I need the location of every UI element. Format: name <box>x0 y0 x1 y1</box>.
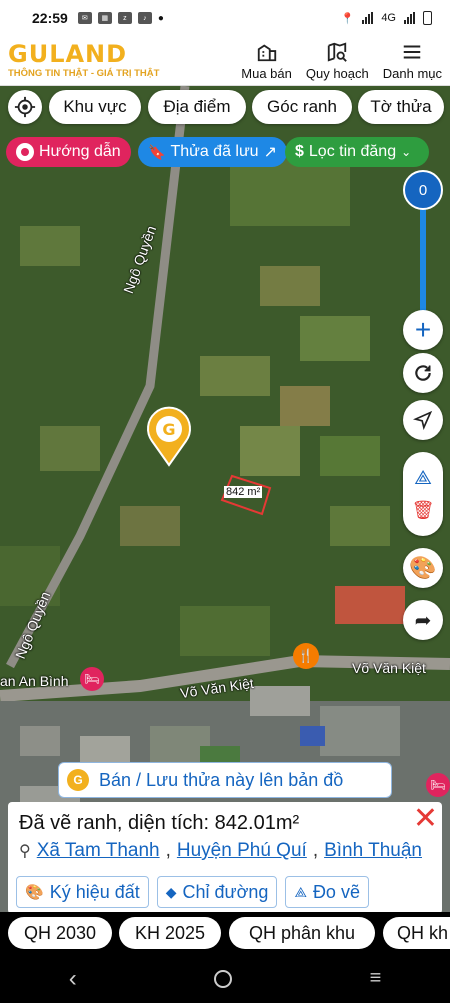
separator: , <box>165 840 171 861</box>
chip-khu-vuc[interactable]: Khu vực <box>49 90 141 124</box>
status-bar: 22:59 ✉ ▦ z ♪ ● 📍 4G <box>0 0 450 36</box>
tiktok-icon: ♪ <box>137 12 152 24</box>
share-button[interactable]: ➦ <box>403 600 443 640</box>
navigation-arrow-icon <box>413 410 433 430</box>
header-nav: Mua bán Quy hoạch Danh mục <box>241 41 442 81</box>
filter-label: Lọc tin đăng <box>308 143 397 160</box>
message-icon: ✉ <box>77 12 92 24</box>
logo-text: GULAND <box>8 40 128 68</box>
location-icon: 📍 <box>340 12 355 25</box>
planning-tabs: QH 2030 KH 2025 QH phân khu QH kh <box>0 912 450 954</box>
guide-label: Hướng dẫn <box>39 143 121 160</box>
parcel-info-card: Đã vẽ ranh, diện tích: 842.01m² ✕ ⚲ Xã T… <box>8 802 442 914</box>
close-icon[interactable]: ✕ <box>413 804 438 834</box>
nav-quy-hoach[interactable]: Quy hoạch <box>306 41 369 81</box>
app-icon: ▦ <box>97 12 112 24</box>
zoom-in-button[interactable]: + <box>403 310 443 350</box>
parcel-area-title: Đã vẽ ranh, diện tích: 842.01m² <box>19 812 300 834</box>
app-header: GULAND THÔNG TIN THẬT - GIÁ TRỊ THẬT Mua… <box>0 36 450 86</box>
crosshair-icon <box>14 96 36 118</box>
chip-dia-diem[interactable]: Địa điểm <box>148 90 246 124</box>
land-symbol-label: Ký hiệu đất <box>49 881 140 902</box>
saved-label: Thửa đã lưu <box>170 143 259 160</box>
compass-draw-icon[interactable]: ⟁ <box>414 467 432 490</box>
nav-danh-muc[interactable]: Danh mục <box>383 41 442 81</box>
district-link[interactable]: Huyện Phú Quí <box>177 840 307 862</box>
map-search-icon <box>328 41 348 62</box>
guland-small-icon: G <box>67 769 89 791</box>
directions-button[interactable]: ◆ Chỉ đường <box>156 876 278 908</box>
layer-style-button[interactable]: 🎨 <box>403 548 443 588</box>
refresh-icon <box>415 365 431 381</box>
card-actions: 🎨 Ký hiệu đất ◆ Chỉ đường ⟁ Đo vẽ <box>16 876 369 908</box>
signal-icon <box>362 12 374 24</box>
measure-icon: ⟁ <box>294 883 307 900</box>
trash-icon[interactable]: 🗑 <box>412 500 435 521</box>
chip-goc-ranh[interactable]: Góc ranh <box>252 90 352 124</box>
directions-label: Chỉ đường <box>182 881 269 902</box>
chevron-down-icon: ⌄ <box>401 145 412 159</box>
back-icon[interactable]: ‹ <box>69 965 77 993</box>
land-symbol-button[interactable]: 🎨 Ký hiệu đất <box>16 876 149 908</box>
post-parcel-label: Bán / Lưu thửa này lên bản đồ <box>99 769 344 790</box>
road-label-vo-van-kiet-2: Võ Văn Kiệt <box>352 660 426 676</box>
dollar-icon: $ <box>295 143 304 160</box>
nav-quy-hoach-label: Quy hoạch <box>305 65 369 81</box>
tab-kh-2025[interactable]: KH 2025 <box>119 917 221 949</box>
navigate-button[interactable] <box>403 400 443 440</box>
restaurant-marker-icon[interactable]: 🍴 <box>293 643 319 669</box>
saved-parcels-button[interactable]: 🔖 Thửa đã lưu ↗ <box>138 137 287 167</box>
hotel-marker-icon[interactable]: 🛏 <box>80 667 104 691</box>
nav-mua-ban-label: Mua bán <box>241 65 292 81</box>
system-icons: 📍 4G <box>341 11 432 25</box>
directions-icon: ◆ <box>165 883 177 900</box>
place-label: an An Bình <box>0 673 69 689</box>
bookmark-icon: 🔖 <box>148 143 166 160</box>
separator: , <box>312 840 319 861</box>
share-arrow-icon: ➦ <box>414 609 432 632</box>
slider-knob[interactable]: 0 <box>403 170 443 210</box>
status-time: 22:59 <box>32 10 68 26</box>
logo[interactable]: GULAND THÔNG TIN THẬT - GIÁ TRỊ THẬT <box>8 42 218 79</box>
filter-listings-button[interactable]: $ Lọc tin đăng ⌄ <box>285 137 429 167</box>
tab-qh-phan-khu[interactable]: QH phân khu <box>229 917 375 949</box>
record-icon <box>16 143 34 161</box>
dot-icon: ● <box>157 12 164 24</box>
hotel-marker-2-icon[interactable]: 🛏 <box>426 773 450 797</box>
map-pin-icon: ⚲ <box>19 843 31 860</box>
logo-tagline: THÔNG TIN THẬT - GIÁ TRỊ THẬT <box>8 68 160 79</box>
parcel-area-label: 842 m² <box>224 486 263 498</box>
network-type: 4G <box>381 12 396 24</box>
measure-label: Đo vẽ <box>312 881 360 902</box>
notification-icons: ✉ ▦ z ♪ ● <box>77 12 164 24</box>
parcel-location: ⚲ Xã Tam Thanh, Huyện Phú Quí, Bình Thuậ… <box>19 840 422 862</box>
palette-icon: 🎨 <box>409 555 437 580</box>
tab-qh-kh[interactable]: QH kh <box>383 917 450 949</box>
recents-icon[interactable]: ≡ <box>370 967 382 990</box>
chip-to-thua[interactable]: Tờ thửa <box>358 90 444 124</box>
svg-text:G: G <box>162 420 175 439</box>
guland-pin-icon[interactable]: G <box>144 405 194 467</box>
locate-button[interactable] <box>8 90 42 124</box>
measure-tools-group: ⟁ 🗑 <box>403 452 443 536</box>
home-icon[interactable] <box>214 969 233 988</box>
battery-icon <box>423 11 432 25</box>
guide-button[interactable]: Hướng dẫn <box>6 137 131 167</box>
signal-2-icon <box>404 12 415 24</box>
nav-mua-ban[interactable]: Mua bán <box>241 41 292 81</box>
menu-icon <box>404 44 421 59</box>
refresh-button[interactable] <box>403 353 443 393</box>
palette-small-icon: 🎨 <box>25 884 44 901</box>
plus-icon: + <box>414 314 432 345</box>
zalo-icon: z <box>117 12 132 24</box>
building-icon <box>257 43 276 61</box>
system-nav-bar: ‹ ≡ <box>0 954 450 1003</box>
tab-qh-2030[interactable]: QH 2030 <box>8 917 112 949</box>
nav-danh-muc-label: Danh mục <box>382 65 442 81</box>
commune-link[interactable]: Xã Tam Thanh <box>37 840 160 862</box>
post-parcel-button[interactable]: G Bán / Lưu thửa này lên bản đồ <box>58 762 392 798</box>
external-arrow-icon: ↗ <box>263 144 277 161</box>
province-link[interactable]: Bình Thuận <box>324 840 422 862</box>
measure-button[interactable]: ⟁ Đo vẽ <box>285 876 369 908</box>
